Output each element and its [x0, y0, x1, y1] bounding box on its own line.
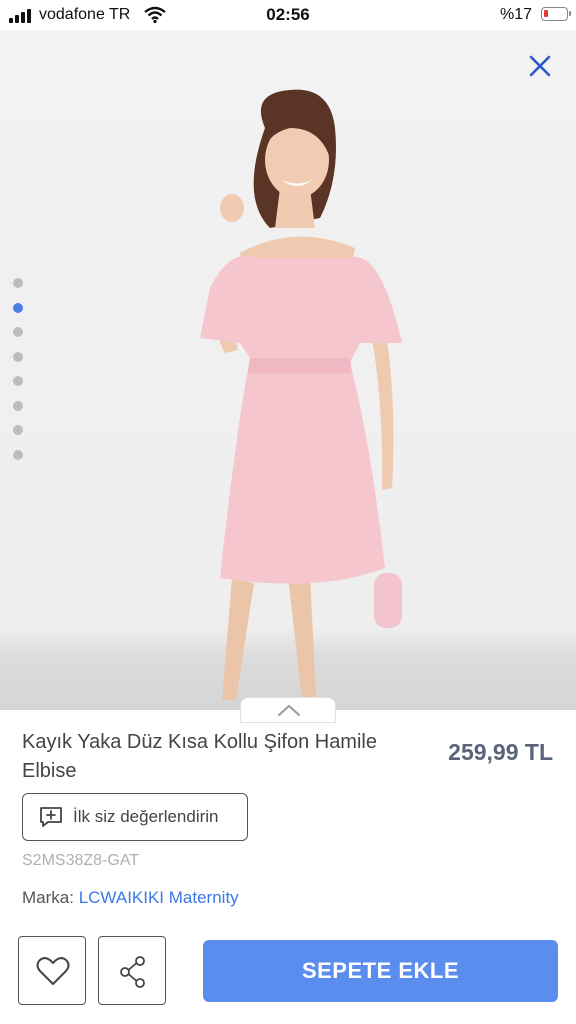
close-button[interactable] [526, 52, 554, 80]
clock: 02:56 [266, 5, 310, 24]
gallery-dot[interactable] [13, 425, 23, 435]
gallery-dot[interactable] [13, 400, 23, 411]
heart-icon [36, 957, 70, 985]
gallery-dot[interactable] [13, 376, 23, 386]
chevron-up-icon [278, 704, 300, 716]
brand-label: Marka: [22, 888, 74, 907]
gallery-dot[interactable] [13, 327, 23, 337]
add-review-icon [40, 807, 62, 827]
product-photo [200, 89, 402, 700]
product-price: 259,99 TL [448, 739, 553, 765]
share-icon [120, 956, 145, 988]
status-bar: vodafone TR 02:56 %17 [0, 0, 576, 30]
rate-button-label: İlk siz değerlendirin [73, 807, 219, 826]
expand-details-tab[interactable] [240, 697, 336, 723]
add-to-cart-button[interactable]: SEPETE EKLE [203, 940, 558, 1002]
rate-product-button[interactable]: İlk siz değerlendirin [22, 793, 248, 841]
gallery-pagination [13, 278, 25, 474]
gallery-dot[interactable] [13, 449, 23, 460]
product-image-gallery[interactable] [0, 30, 576, 710]
battery-icon [541, 7, 571, 21]
gallery-dot[interactable] [13, 351, 23, 362]
brand-row: Marka: LCWAIKIKI Maternity [22, 888, 239, 908]
close-icon [529, 55, 551, 77]
gallery-dot-active[interactable] [13, 302, 23, 313]
gallery-dot[interactable] [13, 278, 23, 288]
share-button[interactable] [98, 936, 166, 1005]
battery-percent: %17 [499, 6, 532, 23]
battery-level [544, 10, 548, 17]
product-title: Kayık Yaka Düz Kısa Kollu Şifon Hamile E… [22, 731, 377, 782]
brand-link[interactable]: LCWAIKIKI Maternity [79, 888, 239, 907]
product-sku: S2MS38Z8-GAT [22, 852, 140, 869]
favorite-button[interactable] [18, 936, 86, 1005]
